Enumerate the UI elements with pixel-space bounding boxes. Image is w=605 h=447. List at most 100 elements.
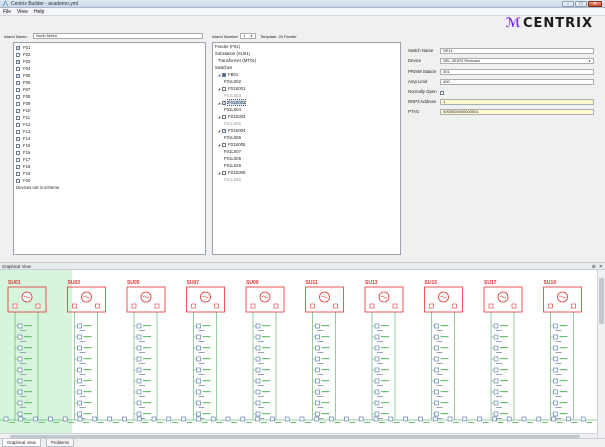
feeder-checkbox[interactable]: [16, 171, 20, 176]
feeder-item[interactable]: F08: [16, 93, 30, 100]
substation-group: SU13: [364, 280, 404, 420]
amp-limit-field[interactable]: 400: [440, 79, 594, 85]
tree-switch-node[interactable]: ◢ F01S001: [218, 85, 245, 92]
tree-item[interactable]: Substation (SU01): [215, 50, 250, 57]
feeder-checkbox[interactable]: [16, 157, 20, 162]
minimize-button[interactable]: –: [562, 1, 574, 7]
feeder-item[interactable]: F19: [16, 170, 30, 177]
switch-checkbox[interactable]: [222, 170, 226, 175]
feeder-item[interactable]: F09: [16, 100, 30, 107]
tree-item[interactable]: F01L002: [224, 78, 241, 85]
switch-checkbox[interactable]: [222, 114, 226, 119]
tab-graphical-view[interactable]: Graphical View: [2, 439, 41, 447]
dnp3-address-field[interactable]: 1: [440, 99, 594, 105]
switch-tag: [202, 380, 211, 382]
feeder-item[interactable]: F15: [16, 142, 30, 149]
maximize-button[interactable]: □: [575, 1, 587, 7]
island-name-field[interactable]: North Metro: [33, 33, 203, 39]
tree-item[interactable]: F01L008: [224, 155, 241, 162]
feeder-checkbox[interactable]: [16, 101, 20, 106]
vertical-scroll-thumb[interactable]: [599, 278, 604, 324]
switch-caption: [555, 385, 562, 386]
feeder-item[interactable]: F20: [16, 177, 30, 184]
device-dropdown[interactable]: SEL 351R2 Recloser ▼: [440, 58, 594, 64]
tree-item[interactable]: F01L006: [224, 134, 241, 141]
feeder-item[interactable]: F16: [16, 149, 30, 156]
tree-switch-node[interactable]: ◢ ✓ F01S004: [218, 127, 245, 134]
switch-name-field[interactable]: SE11: [440, 48, 594, 54]
feeder-item[interactable]: F10: [16, 107, 30, 114]
switch-checkbox[interactable]: [222, 86, 226, 91]
close-button[interactable]: ✕: [588, 1, 602, 7]
feeder-checkbox[interactable]: [16, 115, 20, 120]
switch-tree-panel: Feeder (F01) Substation (SU01) Transformer…: [212, 42, 401, 255]
tree-item[interactable]: F01L005: [224, 120, 241, 127]
tree-item[interactable]: F01L029: [224, 162, 241, 169]
tie-switch-icon: [151, 416, 157, 422]
switch-caption: [317, 352, 324, 353]
feeder-checkbox[interactable]: [16, 150, 20, 155]
vertical-scrollbar[interactable]: [597, 270, 605, 438]
tree-switch-node[interactable]: ◢ ✓ F01S002: [218, 99, 247, 106]
normally-open-checkbox[interactable]: [440, 91, 444, 95]
tree-item[interactable]: F01L004: [224, 106, 241, 113]
tree-item[interactable]: F01L007: [224, 148, 241, 155]
switch-checkbox[interactable]: [222, 72, 226, 77]
breaker-icon: [35, 303, 41, 309]
feeder-item[interactable]: F18: [16, 163, 30, 170]
tree-switch-node[interactable]: ◢ F01S005: [218, 141, 245, 148]
feeder-checkbox[interactable]: [16, 136, 20, 141]
tree-item[interactable]: Feeder (F01): [215, 43, 240, 50]
feeder-item[interactable]: ✓ F01: [16, 44, 30, 51]
feeder-checkbox[interactable]: [16, 80, 20, 85]
feeder-checkbox[interactable]: [16, 178, 20, 183]
switch-checkbox[interactable]: [222, 142, 226, 147]
feeder-item[interactable]: F11: [16, 114, 30, 121]
ptag-field[interactable]: 0000000000000001: [440, 109, 594, 115]
feeder-item[interactable]: F02: [16, 51, 30, 58]
tie-switch-icon: [447, 416, 453, 422]
feeder-item[interactable]: F06: [16, 79, 30, 86]
switch-tag: [500, 369, 508, 371]
feeder-checkbox[interactable]: [16, 108, 20, 113]
switch-tag: [143, 347, 151, 349]
feeder-checkbox[interactable]: ✓: [16, 45, 20, 50]
feeder-checkbox[interactable]: ✓: [16, 73, 20, 78]
feeder-checkbox[interactable]: [16, 129, 20, 134]
menu-help[interactable]: Help: [34, 9, 44, 15]
tree-item[interactable]: Switches: [215, 64, 232, 71]
switch-icon: [255, 378, 261, 384]
feeder-item[interactable]: F07: [16, 86, 30, 93]
tree-item[interactable]: F01L003: [224, 92, 241, 99]
feeder-item[interactable]: F04: [16, 65, 30, 72]
tree-switch-node[interactable]: ◢ F01S006: [218, 169, 245, 176]
tie-switch-icon: [3, 416, 9, 422]
feeder-item[interactable]: ✓ F05: [16, 72, 30, 79]
island-number-dropdown[interactable]: 1 ▼: [240, 33, 256, 39]
tree-item[interactable]: Transformer (MT01): [218, 57, 256, 64]
tree-switch-node[interactable]: ◢ F01S003: [218, 113, 245, 120]
feeder-checkbox[interactable]: [16, 87, 20, 92]
graphical-view-canvas[interactable]: SU01 SU03 SU05 SU07 SU09 SU11 SU13 SU15 SU17 SU19: [0, 270, 597, 433]
tie-switch-tag: [275, 422, 282, 423]
switch-checkbox[interactable]: ✓: [222, 100, 226, 105]
feeder-checkbox[interactable]: [16, 94, 20, 99]
switch-checkbox[interactable]: ✓: [222, 128, 226, 133]
menu-view[interactable]: View: [17, 9, 28, 15]
feeder-item[interactable]: F17: [16, 156, 30, 163]
tree-item[interactable]: F01L030: [224, 176, 241, 183]
feeder-checkbox[interactable]: [16, 52, 20, 57]
feeder-checkbox[interactable]: [16, 66, 20, 71]
tab-problems[interactable]: Problems: [46, 439, 75, 447]
feeder-item[interactable]: F12: [16, 121, 30, 128]
feeder-checkbox[interactable]: [16, 122, 20, 127]
feeder-item[interactable]: F14: [16, 135, 30, 142]
feeder-checkbox[interactable]: [16, 164, 20, 169]
tree-switch-node[interactable]: ◢ FB01: [218, 71, 238, 78]
menu-file[interactable]: File: [3, 9, 11, 15]
prism-station-field[interactable]: 301: [440, 69, 594, 75]
feeder-checkbox[interactable]: ✓: [16, 59, 20, 64]
feeder-checkbox[interactable]: [16, 143, 20, 148]
feeder-item[interactable]: ✓ F03: [16, 58, 30, 65]
feeder-item[interactable]: F13: [16, 128, 30, 135]
